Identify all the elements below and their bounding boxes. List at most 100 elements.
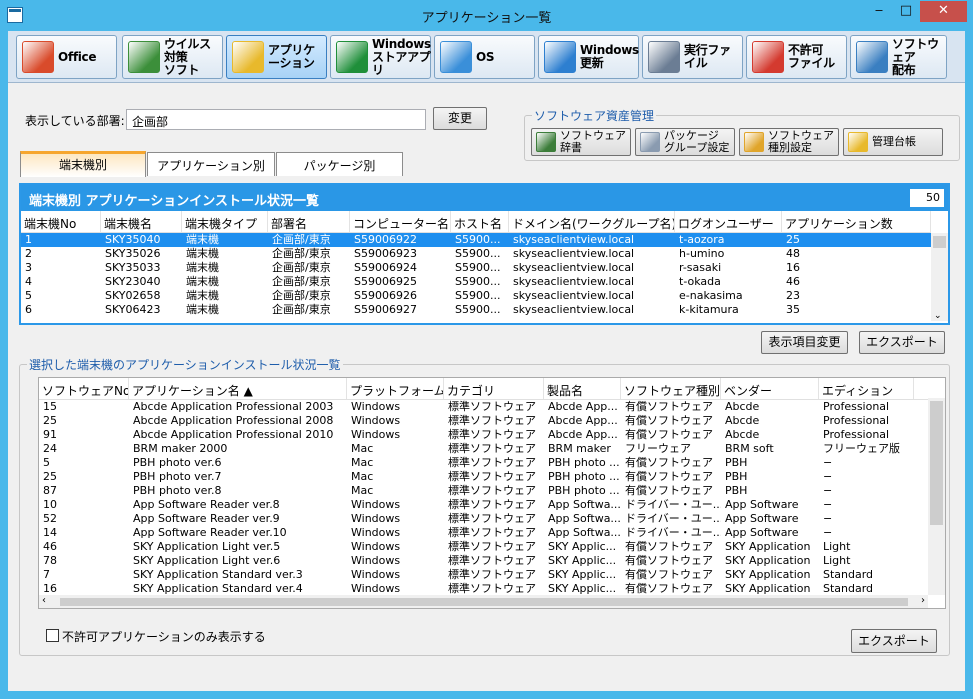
toolbar-button-2[interactable]: アプリケーション — [226, 35, 327, 79]
tab-2[interactable]: パッケージ別 — [276, 152, 403, 176]
scroll-right-icon[interactable]: › — [921, 595, 925, 606]
column-header[interactable]: ソフトウェア種別 — [621, 378, 721, 399]
toolbar-button-3[interactable]: Windows ストアアプリ — [330, 35, 431, 79]
sw-asset-button-3[interactable]: 管理台帳 — [843, 128, 943, 156]
table-cell: 87 — [43, 484, 57, 497]
table-cell: Abcde App... — [548, 428, 618, 441]
column-header[interactable]: 端末機名 — [101, 211, 182, 232]
toolbar-button-8[interactable]: ソフトウェア 配布 — [850, 35, 947, 79]
table-cell: Mac — [351, 470, 374, 483]
sw-asset-button-0[interactable]: ソフトウェア 辞書 — [531, 128, 631, 156]
table-row[interactable]: 1 SKY35040 端末機 企画部/東京 S59006922 S5900... skyse… — [21, 233, 931, 247]
client-area: Office ウイルス対策 ソフト アプリケーション Windows ストアアプリ OS… — [8, 31, 965, 691]
table-row[interactable]: 16 SKY Application Standard ver.4 Windows 標… — [39, 582, 945, 596]
table-cell: 端末機 — [186, 303, 219, 316]
table-cell: − — [823, 456, 833, 469]
scroll-left-icon[interactable]: ‹ — [42, 595, 46, 606]
column-header[interactable]: ベンダー — [721, 378, 819, 399]
table-cell: SKY06423 — [105, 303, 161, 316]
column-header[interactable]: 製品名 — [544, 378, 621, 399]
table-cell: Windows — [351, 428, 401, 441]
column-header[interactable]: コンピューター名 — [350, 211, 451, 232]
upper-export-button[interactable]: エクスポート — [859, 331, 945, 354]
table-row[interactable]: 15 Abcde Application Professional 2003 Win… — [39, 400, 945, 414]
table-row[interactable]: 14 App Software Reader ver.10 Windows 標準ソフト… — [39, 526, 945, 540]
table-cell: S59006924 — [354, 261, 417, 274]
column-header[interactable]: アプリケーション名 ▲ — [129, 378, 347, 399]
table-cell: App Softwa... — [548, 512, 621, 525]
table-cell: ドライバー・ユー... — [625, 512, 721, 525]
table-cell: 有償ソフトウェア — [625, 568, 713, 581]
toolbar-button-label: 不許可 ファイル — [788, 43, 835, 70]
table-cell: Windows — [351, 540, 401, 553]
column-header[interactable]: カテゴリ — [444, 378, 544, 399]
column-header[interactable]: ドメイン名(ワークグループ名) — [509, 211, 675, 232]
tab-1[interactable]: アプリケーション別 — [147, 152, 275, 176]
hscroll-thumb[interactable] — [60, 598, 908, 606]
forbidden-only-label: 不許可アプリケーションのみ表示する — [62, 630, 266, 644]
table-row[interactable]: 6 SKY06423 端末機 企画部/東京 S59006927 S5900... skyse… — [21, 303, 931, 317]
table-row[interactable]: 5 SKY02658 端末機 企画部/東京 S59006926 S5900... skyse… — [21, 289, 931, 303]
table-cell: BRM maker 2000 — [133, 442, 228, 455]
toolbar-button-6[interactable]: 実行ファイル — [642, 35, 743, 79]
display-items-button[interactable]: 表示項目変更 — [761, 331, 848, 354]
table-cell: 標準ソフトウェア — [448, 526, 536, 539]
table-row[interactable]: 2 SKY35026 端末機 企画部/東京 S59006923 S5900... skyse… — [21, 247, 931, 261]
table-row[interactable]: 91 Abcde Application Professional 2010 Win… — [39, 428, 945, 442]
column-header[interactable]: エディション — [819, 378, 914, 399]
lower-export-button[interactable]: エクスポート — [851, 629, 937, 653]
table-cell: skyseaclientview.local — [513, 261, 635, 274]
column-header[interactable]: 端末機No — [21, 211, 101, 232]
table-row[interactable]: 7 SKY Application Standard ver.3 Windows 標準… — [39, 568, 945, 582]
column-header[interactable]: アプリケーション数 — [782, 211, 931, 232]
scroll-thumb[interactable] — [930, 401, 943, 525]
table-row[interactable]: 25 Abcde Application Professional 2008 Win… — [39, 414, 945, 428]
column-header[interactable]: ログオンユーザー — [675, 211, 782, 232]
count-field[interactable]: 50 — [910, 189, 944, 207]
table-cell: SKY35033 — [105, 261, 161, 274]
tab-0[interactable]: 端末機別 — [20, 151, 146, 177]
column-header[interactable]: 端末機タイプ — [182, 211, 268, 232]
application-vscroll[interactable] — [928, 398, 945, 595]
toolbar-button-label: Windows ストアアプリ — [372, 36, 431, 77]
table-row[interactable]: 52 App Software Reader ver.9 Windows 標準ソフトウ… — [39, 512, 945, 526]
sw-asset-button-2[interactable]: ソフトウェア 種別設定 — [739, 128, 839, 156]
column-header[interactable]: ホスト名 — [451, 211, 509, 232]
table-row[interactable]: 3 SKY35033 端末機 企画部/東京 S59006924 S5900... skyse… — [21, 261, 931, 275]
close-button[interactable]: ✕ — [920, 1, 967, 22]
table-row[interactable]: 46 SKY Application Light ver.5 Windows 標準ソフ… — [39, 540, 945, 554]
table-cell: S5900... — [455, 261, 501, 274]
table-row[interactable]: 78 SKY Application Light ver.6 Windows 標準ソフ… — [39, 554, 945, 568]
toolbar-button-4[interactable]: OS — [434, 35, 535, 79]
table-row[interactable]: 4 SKY23040 端末機 企画部/東京 S59006925 S5900... skyse… — [21, 275, 931, 289]
table-row[interactable]: 24 BRM maker 2000 Mac 標準ソフトウェア BRM maker フリーウ… — [39, 442, 945, 456]
toolbar-button-7[interactable]: 不許可 ファイル — [746, 35, 847, 79]
column-header[interactable]: 部署名 — [268, 211, 350, 232]
maximize-button[interactable]: □ — [893, 1, 919, 22]
toolbar-button-0[interactable]: Office — [16, 35, 117, 79]
table-cell: 標準ソフトウェア — [448, 582, 536, 595]
table-cell: 企画部/東京 — [272, 261, 331, 274]
column-header[interactable]: ソフトウェアNo. — [39, 378, 129, 399]
table-cell: SKY Application Standard ver.4 — [133, 582, 303, 595]
table-cell: Windows — [351, 526, 401, 539]
column-header[interactable]: プラットフォーム — [347, 378, 444, 399]
sw-asset-button-1[interactable]: パッケージ グループ設定 — [635, 128, 735, 156]
table-cell: フリーウェア版 — [823, 442, 900, 455]
table-cell: App Softwa... — [548, 498, 621, 511]
scroll-down-icon[interactable]: ⌄ — [934, 311, 942, 321]
dept-field: 企画部 — [126, 109, 426, 130]
table-row[interactable]: 25 PBH photo ver.7 Mac 標準ソフトウェア PBH photo ..… — [39, 470, 945, 484]
scroll-thumb[interactable] — [933, 236, 946, 248]
forbidden-only-checkbox[interactable] — [46, 629, 59, 642]
table-row[interactable]: 5 PBH photo ver.6 Mac 標準ソフトウェア PBH photo ...… — [39, 456, 945, 470]
toolbar-button-1[interactable]: ウイルス対策 ソフト — [122, 35, 223, 79]
application-hscroll[interactable]: ‹ › — [39, 595, 928, 608]
table-row[interactable]: 87 PBH photo ver.8 Mac 標準ソフトウェア PBH photo ..… — [39, 484, 945, 498]
toolbar-button-5[interactable]: Windows 更新 — [538, 35, 639, 79]
change-dept-button[interactable]: 変更 — [433, 107, 487, 130]
terminal-vscroll[interactable]: ⌄ — [931, 233, 948, 321]
table-row[interactable]: 10 App Software Reader ver.8 Windows 標準ソフトウ… — [39, 498, 945, 512]
minimize-button[interactable]: ‒ — [866, 1, 892, 22]
office-icon — [22, 41, 54, 73]
